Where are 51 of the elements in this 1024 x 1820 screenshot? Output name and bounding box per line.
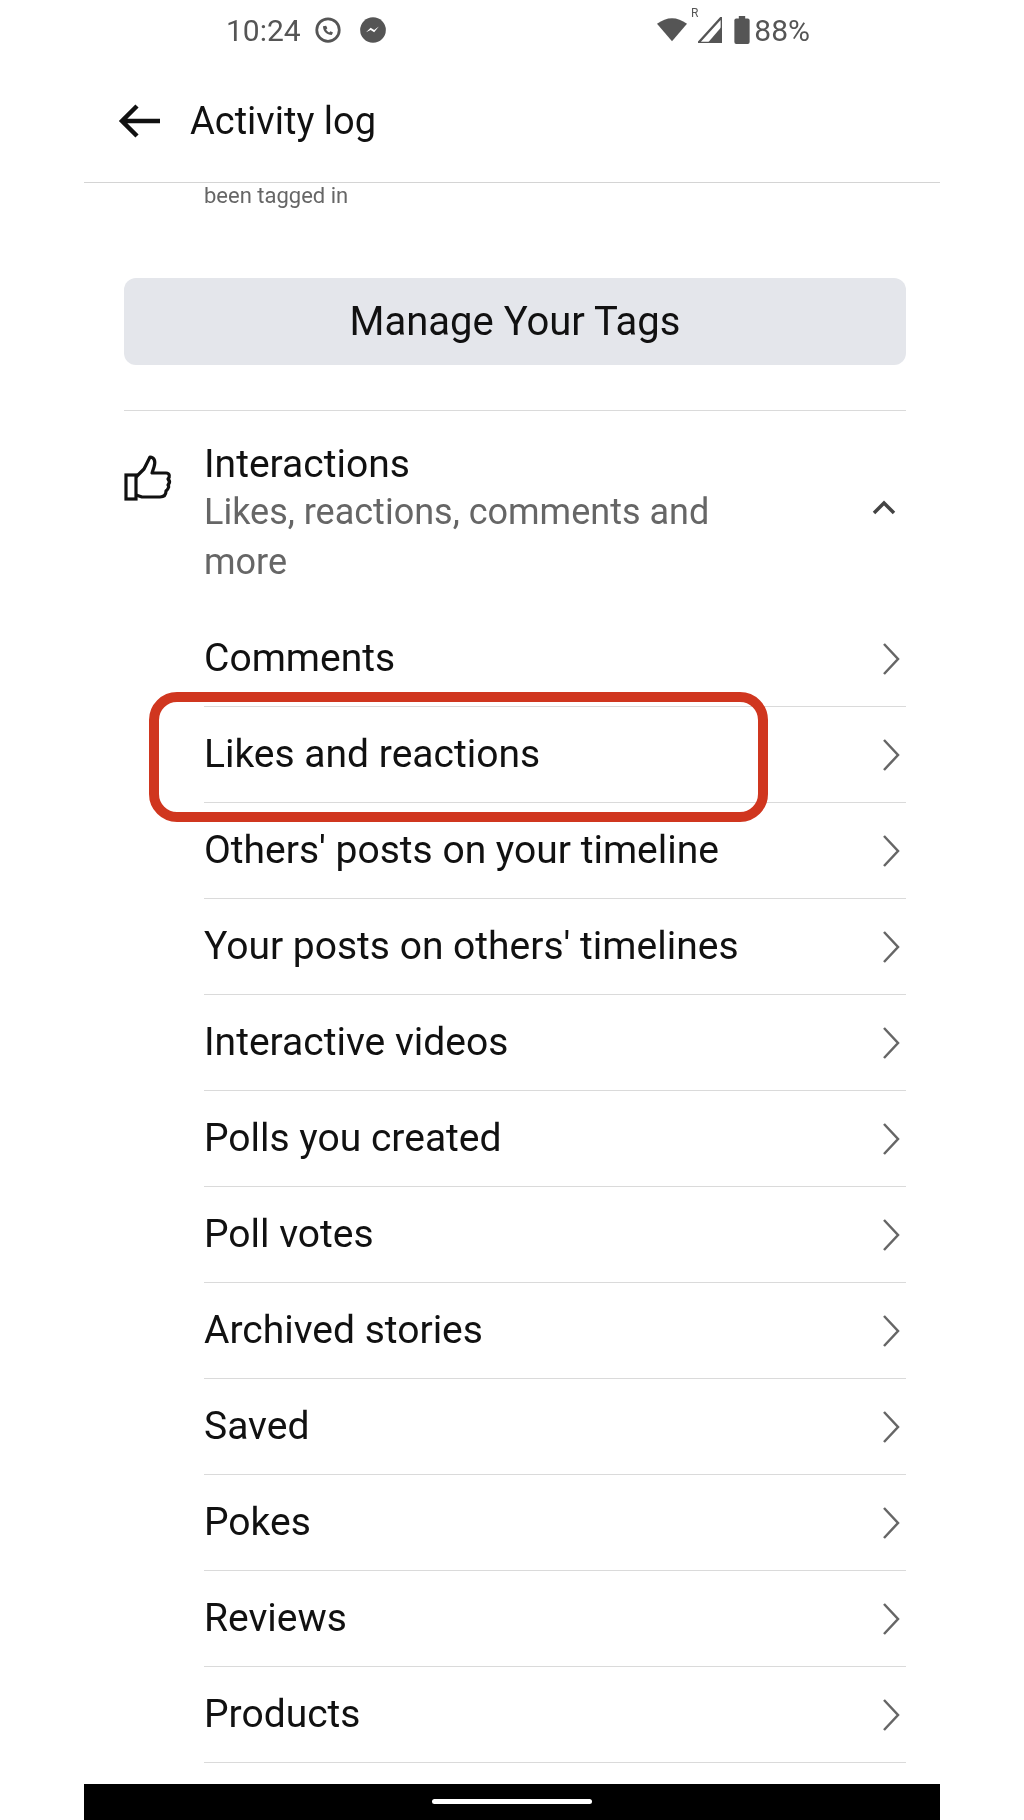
menu-item-label: Products bbox=[204, 1690, 362, 1740]
roaming-indicator: R bbox=[690, 5, 699, 22]
chevron-right-icon bbox=[882, 641, 900, 676]
chevron-right-icon bbox=[882, 1697, 900, 1732]
menu-item[interactable]: Pokes bbox=[204, 1475, 906, 1571]
chat-app-icon bbox=[312, 15, 343, 45]
menu-item[interactable]: Poll votes bbox=[204, 1187, 906, 1283]
chevron-right-icon bbox=[882, 929, 900, 964]
menu-item[interactable]: Polls you created bbox=[204, 1091, 906, 1187]
menu-item-label: Polls you created bbox=[204, 1114, 503, 1164]
section-title: Interactions bbox=[204, 441, 411, 487]
chevron-right-icon bbox=[882, 1313, 900, 1348]
menu-item[interactable]: Archived stories bbox=[204, 1283, 906, 1379]
signal-icon bbox=[698, 17, 723, 43]
chevron-right-icon bbox=[882, 737, 900, 772]
chevron-right-icon bbox=[882, 1025, 900, 1060]
menu-item[interactable]: Saved bbox=[204, 1379, 906, 1475]
chevron-right-icon bbox=[882, 1121, 900, 1156]
menu-item[interactable]: Comments bbox=[204, 611, 906, 707]
menu-item-label: Archived stories bbox=[204, 1306, 484, 1356]
section-header[interactable]: Interactions Likes, reactions, comments and more bbox=[124, 411, 906, 587]
section-subtitle: Likes, reactions, comments and more bbox=[204, 490, 711, 585]
messenger-icon bbox=[358, 16, 387, 44]
menu-item-label: Reviews bbox=[204, 1594, 348, 1644]
menu-item-label: Comments bbox=[204, 634, 397, 684]
menu-item[interactable]: Interactive videos bbox=[204, 995, 906, 1091]
menu-item-label: Interactive videos bbox=[204, 1018, 510, 1068]
menu-item[interactable]: Others' posts on your timeline bbox=[204, 803, 906, 899]
menu-item-label: Others' posts on your timeline bbox=[204, 826, 720, 876]
clock-time: 10:24 bbox=[226, 11, 301, 50]
menu-item[interactable]: Your posts on others' timelines bbox=[204, 899, 906, 995]
chevron-right-icon bbox=[882, 1409, 900, 1444]
chevron-right-icon bbox=[882, 1217, 900, 1252]
battery-icon bbox=[734, 16, 751, 44]
wifi-icon bbox=[656, 17, 687, 43]
manage-tags-button[interactable]: Manage Your Tags bbox=[124, 278, 906, 365]
page-title: Activity log bbox=[190, 97, 377, 145]
menu-item-label: Your posts on others' timelines bbox=[204, 922, 740, 972]
chevron-right-icon bbox=[882, 833, 900, 868]
menu-item-label: Pokes bbox=[204, 1498, 312, 1548]
menu-item-label: Saved bbox=[204, 1402, 311, 1452]
menu-item[interactable]: Reviews bbox=[204, 1571, 906, 1667]
menu-item[interactable]: Likes and reactions bbox=[204, 707, 906, 803]
back-arrow-icon bbox=[118, 103, 162, 139]
item-subtitle: been tagged in bbox=[204, 183, 349, 209]
menu-item[interactable]: Products bbox=[204, 1667, 906, 1763]
chevron-right-icon bbox=[882, 1505, 900, 1540]
chevron-right-icon bbox=[882, 1601, 900, 1636]
menu-item-label: Likes and reactions bbox=[204, 730, 542, 780]
battery-percentage: 88% bbox=[754, 11, 810, 50]
menu-item-label: Poll votes bbox=[204, 1210, 375, 1260]
